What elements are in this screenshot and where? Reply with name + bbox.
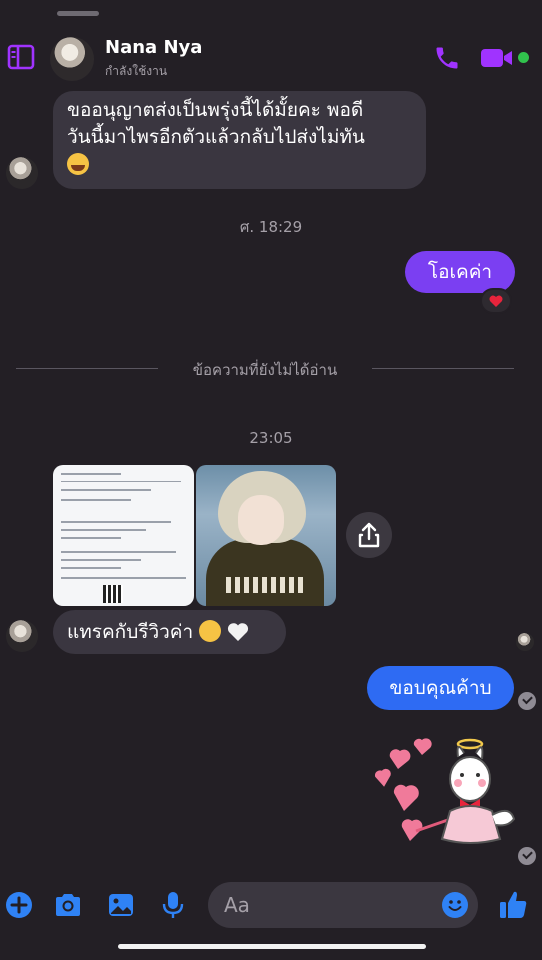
message-input[interactable] (224, 882, 434, 928)
contact-avatar[interactable] (50, 37, 94, 81)
delivered-check-icon (518, 847, 536, 865)
outgoing-message[interactable]: ขอบคุณค้าบ (367, 666, 514, 710)
bunny-sticker[interactable] (372, 735, 520, 850)
incoming-message[interactable]: แทรคกับรีวิวค่า (53, 610, 286, 654)
outgoing-message[interactable]: โอเคค่า (405, 251, 515, 293)
unread-divider: ข้อความที่ยังไม่ได้อ่าน (192, 361, 338, 379)
thumbs-up-icon[interactable] (498, 888, 528, 920)
seen-indicator-avatar (516, 633, 534, 651)
drag-handle[interactable] (57, 11, 99, 16)
contact-status: กำลังใช้งาน (105, 64, 168, 78)
contact-name[interactable]: Nana Nya (105, 37, 202, 58)
emoji-icon[interactable] (442, 892, 468, 918)
home-indicator[interactable] (118, 944, 426, 949)
message-text: แทรคกับรีวิวค่า (67, 621, 194, 643)
message-text-line: วันนี้มาไพรอีกตัวแล้วกลับไปส่งไม่ทัน (67, 126, 365, 148)
red-heart-icon (489, 295, 503, 307)
white-heart-icon (228, 623, 249, 641)
share-icon (358, 522, 380, 548)
online-status-dot (518, 52, 529, 63)
timestamp: 23:05 (249, 429, 293, 447)
message-reaction[interactable] (480, 288, 512, 314)
sender-avatar[interactable] (6, 157, 38, 189)
incoming-message[interactable]: ขออนุญาตส่งเป็นพรุ่งนี้ได้มั้ยคะ พอดี วั… (53, 91, 426, 189)
sender-avatar[interactable] (6, 620, 38, 652)
sidebar-toggle-icon[interactable] (7, 44, 35, 70)
message-text-line: ขออนุญาตส่งเป็นพรุ่งนี้ได้มั้ยคะ พอดี (67, 99, 364, 121)
image-icon[interactable] (106, 890, 136, 920)
pleading-emoji-icon (199, 620, 222, 642)
crying-emoji-icon (67, 153, 89, 175)
divider-line (16, 368, 158, 369)
phone-call-icon[interactable] (433, 44, 461, 72)
receipt-image[interactable] (53, 465, 194, 606)
mic-icon[interactable] (158, 890, 188, 920)
divider-line (372, 368, 514, 369)
delivered-check-icon (518, 692, 536, 710)
timestamp: ศ. 18:29 (239, 218, 303, 236)
video-call-icon[interactable] (480, 46, 514, 70)
share-button[interactable] (346, 512, 392, 558)
smiley-face-icon (448, 900, 462, 911)
cosplay-photo[interactable] (196, 465, 336, 606)
message-input-box[interactable] (208, 882, 478, 928)
camera-icon[interactable] (53, 890, 83, 920)
qr-code (103, 585, 123, 603)
plus-icon[interactable] (4, 890, 34, 920)
